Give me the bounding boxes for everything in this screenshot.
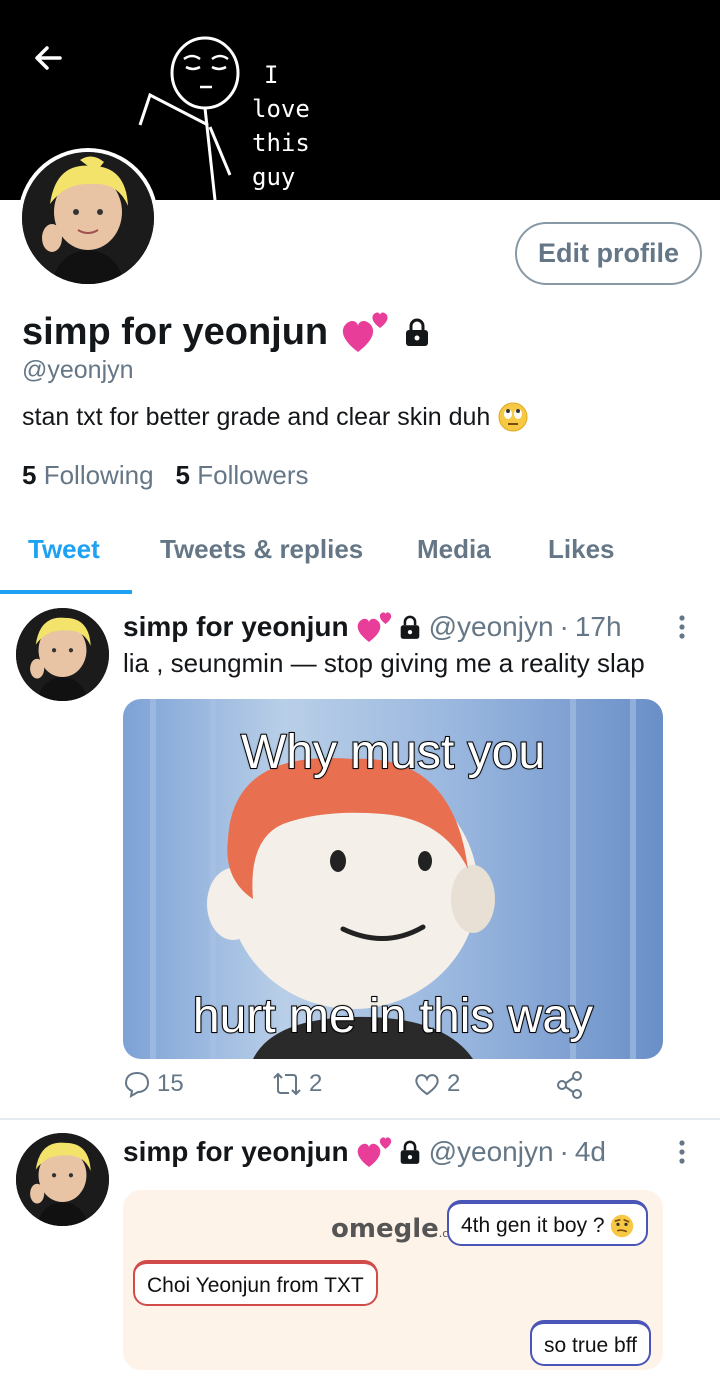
profile-handle: @yeonjyn <box>22 356 134 384</box>
retweet-icon <box>273 1072 301 1096</box>
omegle-logo-text: omegle <box>331 1214 439 1244</box>
raised-eyebrow-emoji-icon <box>611 1215 634 1238</box>
profile-display-name: simp for yeonjun <box>22 308 430 356</box>
lock-icon <box>400 615 419 639</box>
tab-media[interactable]: Media <box>417 534 491 565</box>
tweet-header: simp for yeonjun @yeonjyn · 4d <box>123 1134 606 1170</box>
following-stat[interactable]: 5 Following <box>22 460 154 491</box>
avatar-image <box>16 1133 109 1226</box>
tweet-time: 17h <box>574 611 622 642</box>
tweet-header: simp for yeonjun @yeonjyn · 17h <box>123 609 622 645</box>
active-tab-indicator <box>0 590 132 594</box>
stick-figure-drawing <box>138 36 240 200</box>
chat-bubble-you: Choi Yeonjun from TXT <box>133 1260 378 1306</box>
profile-stats: 5 Following 5 Followers <box>22 460 308 491</box>
share-button[interactable] <box>555 1070 585 1100</box>
edit-profile-button[interactable]: Edit profile <box>515 222 702 285</box>
like-button[interactable]: 2 <box>413 1070 460 1098</box>
caption-line: love <box>252 95 310 123</box>
following-label: Following <box>43 460 154 490</box>
retweet-count: 2 <box>309 1070 323 1097</box>
tweet-actions: 15 2 2 <box>123 1070 603 1106</box>
lock-icon <box>400 1140 419 1164</box>
handwritten-caption: I love this guy <box>252 58 310 194</box>
share-icon <box>557 1071 582 1099</box>
tweet-text: lia , seungmin — stop giving me a realit… <box>123 648 645 678</box>
tweet-avatar[interactable] <box>16 1133 109 1226</box>
tab-tweets-replies[interactable]: Tweets & replies <box>160 534 363 565</box>
reply-count: 15 <box>157 1070 184 1097</box>
dot-separator: · <box>559 611 569 642</box>
tweet-media-image[interactable]: omegle.com 4th gen it boy ? Choi Yeonjun… <box>123 1190 663 1370</box>
bubble-text: 4th gen it boy ? <box>461 1214 605 1237</box>
tweet-avatar[interactable] <box>16 608 109 701</box>
profile-avatar[interactable] <box>18 148 158 288</box>
more-options-icon[interactable] <box>672 1137 692 1167</box>
reply-icon <box>124 1071 150 1098</box>
tweet-author-name[interactable]: simp for yeonjun <box>123 1136 349 1168</box>
more-options-icon[interactable] <box>672 612 692 642</box>
caption-line: I <box>264 61 279 89</box>
tweet-divider <box>0 1118 720 1120</box>
profile-bio: stan txt for better grade and clear skin… <box>22 402 528 432</box>
meme-bottom-caption: hurt me in this way <box>192 989 594 1044</box>
profile-tabs: Tweet Tweets & replies Media Likes <box>0 520 720 595</box>
avatar-image <box>16 608 109 701</box>
tweet-author-name[interactable]: simp for yeonjun <box>123 611 349 643</box>
followers-count: 5 <box>175 460 190 490</box>
tweet-media-image[interactable]: Why must you hurt me in this way <box>123 699 663 1059</box>
following-count: 5 <box>22 460 37 490</box>
tweet-time: 4d <box>574 1136 606 1167</box>
chat-bubble-stranger: 4th gen it boy ? <box>447 1200 649 1246</box>
avatar-image <box>22 152 154 284</box>
dot-separator: · <box>559 1136 569 1167</box>
chat-bubble-stranger: so true bff <box>530 1320 652 1366</box>
two-hearts-icon <box>357 612 391 642</box>
tab-tweet[interactable]: Tweet <box>28 534 100 565</box>
two-hearts-icon <box>357 1137 391 1167</box>
followers-stat[interactable]: 5 Followers <box>176 460 309 491</box>
bio-text: stan txt for better grade and clear skin… <box>22 402 491 431</box>
eye-roll-emoji-icon <box>498 402 528 432</box>
meme-top-caption: Why must you <box>240 725 546 780</box>
caption-line: guy <box>252 163 296 191</box>
two-hearts-icon <box>343 312 388 352</box>
tweet-handle: @yeonjyn <box>428 611 554 642</box>
tab-likes[interactable]: Likes <box>548 534 615 565</box>
retweet-button[interactable]: 2 <box>271 1070 322 1098</box>
display-name-text: simp for yeonjun <box>22 310 329 353</box>
lock-icon <box>406 318 429 346</box>
like-count: 2 <box>447 1070 461 1097</box>
tweet-handle: @yeonjyn <box>428 1136 554 1167</box>
reply-button[interactable]: 15 <box>123 1070 184 1098</box>
caption-line: this <box>252 129 310 157</box>
followers-label: Followers <box>197 460 309 490</box>
heart-icon <box>415 1074 439 1096</box>
back-arrow-icon[interactable] <box>30 38 70 78</box>
omegle-logo: omegle.com <box>331 1214 466 1244</box>
